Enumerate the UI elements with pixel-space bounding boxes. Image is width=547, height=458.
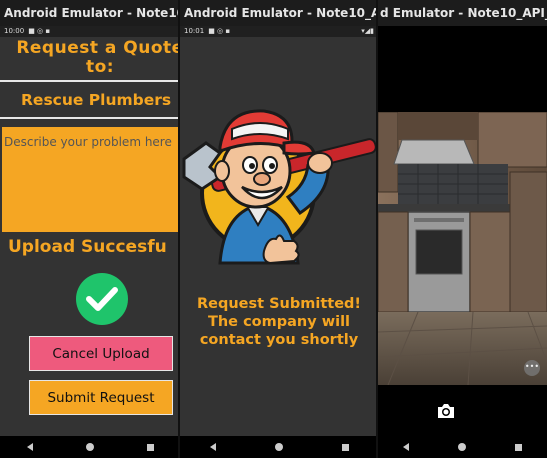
company-name: Rescue Plumbers (21, 91, 172, 109)
back-icon[interactable] (26, 443, 33, 451)
recents-icon[interactable] (515, 443, 523, 451)
request-quote-screen: Request a Quote to: Rescue Plumbers Desc… (0, 37, 180, 436)
navigation-bar (180, 436, 378, 458)
divider (0, 117, 178, 119)
emulator-window-camera: d Emulator - Note10_API_30:55... (376, 0, 547, 458)
home-icon[interactable] (457, 443, 466, 451)
submission-confirmation-screen: Request Submitted! The company will cont… (180, 37, 378, 436)
notification-icon: ■ ◎ ▪ (28, 27, 51, 35)
navigation-bar (0, 436, 180, 458)
notification-icon: ■ ◎ ▪ (208, 27, 231, 35)
emulator-window-request-quote: Android Emulator - Note10_API_30: 10:00 … (0, 0, 180, 458)
signal-icon: ▾◢▮ (361, 27, 374, 35)
page-title: Request a Quote to: (0, 39, 180, 77)
home-icon[interactable] (85, 443, 94, 451)
title-line-2: to: (85, 57, 115, 77)
back-icon[interactable] (209, 443, 216, 451)
window-title: d Emulator - Note10_API_30:55... (378, 0, 547, 26)
title-line-1: Request a Quote (16, 38, 180, 58)
status-bar: 10:00 ■ ◎ ▪ (0, 26, 180, 37)
confirmation-line-3: contact you shortly (199, 332, 359, 348)
submit-request-button[interactable]: Submit Request (29, 380, 173, 415)
emulator-window-submitted: Android Emulator - Note10_API_30:55... 1… (178, 0, 378, 458)
more-options-button[interactable]: ••• (524, 360, 540, 376)
upload-success-icon (76, 273, 128, 325)
navigation-bar (378, 436, 547, 458)
confirmation-line-1: Request Submitted! (196, 296, 362, 312)
window-title: Android Emulator - Note10_API_30:55... (180, 0, 378, 26)
camera-icon[interactable] (436, 402, 456, 420)
window-title: Android Emulator - Note10_API_30: (0, 0, 180, 26)
cancel-upload-button[interactable]: Cancel Upload (29, 336, 173, 371)
more-icon: ••• (524, 362, 540, 371)
divider (0, 80, 178, 82)
status-time: 10:00 (4, 27, 25, 35)
plumber-mascot-illustration (182, 109, 377, 265)
confirmation-message: Request Submitted! The company will cont… (180, 295, 378, 349)
camera-preview-image (378, 112, 547, 385)
confirmation-line-2: The company will (207, 314, 351, 330)
recents-icon[interactable] (146, 443, 154, 451)
recents-icon[interactable] (341, 443, 349, 451)
check-icon (86, 287, 118, 311)
back-icon[interactable] (402, 443, 409, 451)
status-time: 10:01 (184, 27, 205, 35)
problem-description-input[interactable]: Describe your problem here (2, 127, 178, 232)
upload-status-text: Upload Succesfu (8, 237, 167, 257)
status-bar: 10:01 ■ ◎ ▪ ▾◢▮ (180, 26, 378, 37)
home-icon[interactable] (274, 443, 283, 451)
